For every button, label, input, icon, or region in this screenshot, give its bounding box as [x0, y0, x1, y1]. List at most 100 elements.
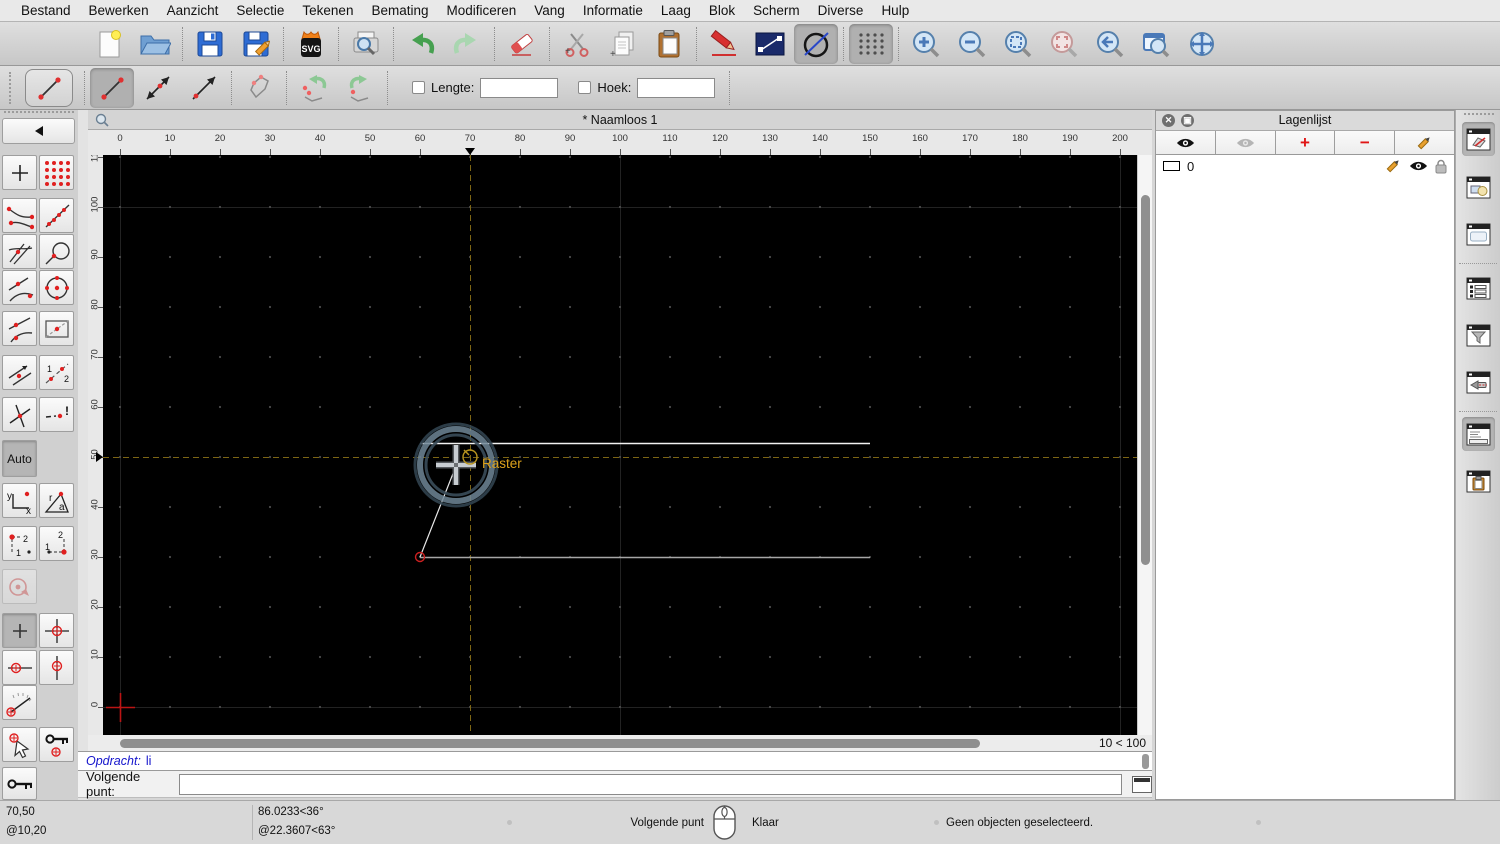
layer-color-swatch[interactable]: [1163, 161, 1180, 171]
line-double-arrow-button[interactable]: [136, 68, 180, 108]
undo-button[interactable]: [399, 24, 443, 64]
ellipse-tool-button[interactable]: [794, 23, 838, 64]
snap-grid-button[interactable]: [39, 155, 74, 190]
zoom-selection-button[interactable]: [1042, 24, 1086, 64]
undo-segment-button[interactable]: [292, 68, 336, 108]
show-all-layers-button[interactable]: [1156, 131, 1216, 154]
zoom-extents-button[interactable]: [996, 24, 1040, 64]
zoom-previous-button[interactable]: [1088, 24, 1132, 64]
hide-all-layers-button[interactable]: [1215, 131, 1276, 154]
target-key-button[interactable]: [39, 727, 74, 762]
length-checkbox[interactable]: [412, 81, 425, 94]
draw-pencil-button[interactable]: [702, 24, 746, 64]
snap-divide-button[interactable]: 12: [39, 355, 74, 390]
open-button[interactable]: [133, 24, 177, 64]
panel-layers-button[interactable]: [1462, 122, 1495, 156]
drawing-canvas[interactable]: Raster: [103, 155, 1137, 735]
toolbar-drag-handle[interactable]: [9, 71, 13, 104]
menu-item-modificeren[interactable]: Modificeren: [438, 3, 526, 18]
corner-1-2-button[interactable]: 12: [2, 526, 37, 561]
palette-collapse-button[interactable]: [2, 118, 75, 144]
edit-layer-button[interactable]: [1395, 131, 1454, 154]
angle-checkbox[interactable]: [578, 81, 592, 94]
command-window-button[interactable]: [1132, 775, 1152, 793]
new-document-button[interactable]: [87, 24, 131, 64]
target-horizontal-button[interactable]: [2, 650, 37, 685]
menu-item-bestand[interactable]: Bestand: [12, 3, 80, 18]
target-cursor-button[interactable]: [2, 727, 37, 762]
zoom-in-button[interactable]: [904, 24, 948, 64]
horizontal-ruler[interactable]: 0 10 20 30 40 50 60 70 80 90 100 110 120 130 140 150 160…: [88, 130, 1152, 155]
zoom-out-button[interactable]: [950, 24, 994, 64]
menu-item-tekenen[interactable]: Tekenen: [293, 3, 362, 18]
menu-item-bemating[interactable]: Bemating: [362, 3, 437, 18]
snap-curve-ends-button[interactable]: [2, 198, 37, 233]
panel-command-button[interactable]: [1462, 417, 1495, 451]
auto-snap-button[interactable]: Auto: [2, 440, 37, 477]
snap-parallel-button[interactable]: [2, 355, 37, 390]
coord-xy-button[interactable]: yx: [2, 483, 37, 518]
line-arrow-button[interactable]: [182, 68, 226, 108]
save-button[interactable]: [188, 24, 232, 64]
snap-tangent-button[interactable]: [2, 311, 37, 346]
layer-row[interactable]: 0: [1156, 155, 1454, 177]
snap-plus-button[interactable]: [2, 155, 37, 190]
close-icon[interactable]: ✕: [1162, 114, 1175, 127]
zoom-window-button[interactable]: [1134, 24, 1178, 64]
key-lock-button[interactable]: [2, 767, 37, 800]
menu-item-hulp[interactable]: Hulp: [872, 3, 918, 18]
target-dial-button[interactable]: [2, 685, 37, 720]
line-segment-button[interactable]: [90, 67, 134, 108]
palette-drag-handle[interactable]: [4, 111, 74, 114]
panel-properties-button[interactable]: [1462, 217, 1495, 251]
print-preview-button[interactable]: [344, 24, 388, 64]
redo-button[interactable]: [445, 24, 489, 64]
coord-polar-button[interactable]: ra: [39, 483, 74, 518]
layer-lock-icon[interactable]: [1435, 159, 1447, 174]
corner-2-1-button[interactable]: 12: [39, 526, 74, 561]
menu-item-informatie[interactable]: Informatie: [574, 3, 652, 18]
view-magnifier-icon[interactable]: [95, 113, 109, 127]
line-properties-button[interactable]: [748, 24, 792, 64]
snap-cross-button[interactable]: [2, 397, 37, 432]
strip-drag-handle[interactable]: [1464, 113, 1494, 115]
panel-filter-button[interactable]: [1462, 318, 1495, 352]
panel-list-button[interactable]: [1462, 271, 1495, 305]
save-as-button[interactable]: [234, 24, 278, 64]
layer-edit-pencil-icon[interactable]: [1385, 158, 1402, 174]
horizontal-scrollbar-thumb[interactable]: [120, 739, 980, 748]
snap-rect-center-button[interactable]: [39, 311, 74, 346]
snap-extension-button[interactable]: !: [39, 397, 74, 432]
snap-intersection-curve-button[interactable]: [2, 234, 37, 269]
erase-button[interactable]: [500, 24, 544, 64]
layers-panel-titlebar[interactable]: ✕ ▣ Lagenlijst: [1156, 111, 1454, 131]
snap-center-quadrant-button[interactable]: [39, 270, 74, 305]
drawing-window-titlebar[interactable]: * Naamloos 1: [88, 110, 1152, 130]
vertical-ruler[interactable]: 0102030405060708090100110: [88, 155, 103, 735]
cut-button[interactable]: +: [555, 24, 599, 64]
pan-button[interactable]: [1180, 24, 1224, 64]
polyline-button[interactable]: [237, 68, 281, 108]
menu-item-bewerken[interactable]: Bewerken: [80, 3, 158, 18]
panel-blocks-button[interactable]: [1462, 170, 1495, 204]
target-crosshair-button[interactable]: [39, 613, 74, 648]
redo-segment-button[interactable]: [338, 68, 382, 108]
history-scrollbar-thumb[interactable]: [1142, 754, 1149, 769]
menu-item-selectie[interactable]: Selectie: [227, 3, 293, 18]
cursor-plus-button[interactable]: [2, 613, 37, 648]
menu-item-scherm[interactable]: Scherm: [744, 3, 809, 18]
svg-export-button[interactable]: SVG: [289, 24, 333, 64]
target-vertical-button[interactable]: [39, 650, 74, 685]
add-layer-button[interactable]: +: [1275, 131, 1336, 154]
paste-button[interactable]: [647, 24, 691, 64]
menu-item-diverse[interactable]: Diverse: [809, 3, 873, 18]
vertical-scrollbar[interactable]: [1137, 155, 1152, 735]
panel-projection-button[interactable]: [1462, 365, 1495, 399]
menu-item-vang[interactable]: Vang: [525, 3, 574, 18]
snap-points-on-path-button[interactable]: [39, 198, 74, 233]
angle-input[interactable]: [637, 77, 716, 98]
remove-layer-button[interactable]: −: [1335, 131, 1396, 154]
horizontal-scrollbar[interactable]: 10 < 100: [88, 736, 1152, 751]
snap-circle-point-button[interactable]: [39, 234, 74, 269]
panel-clipboard-button[interactable]: [1462, 464, 1495, 498]
